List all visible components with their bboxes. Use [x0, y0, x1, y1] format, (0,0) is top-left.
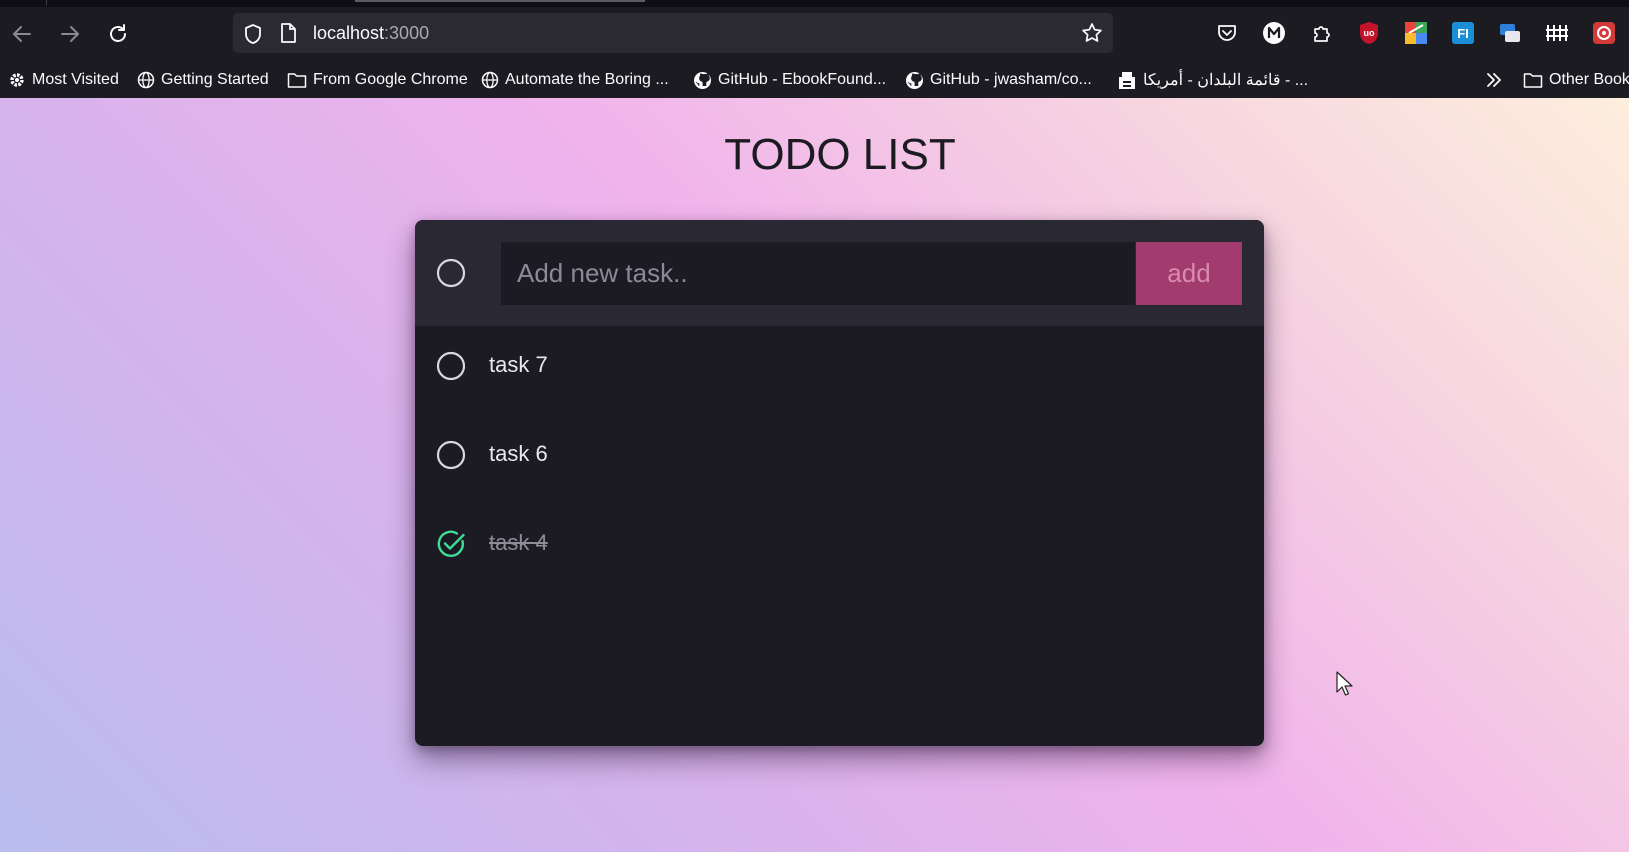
bookmark-automate-boring[interactable]: Automate the Boring ...	[481, 68, 669, 92]
task-label[interactable]: task 7	[489, 352, 548, 378]
bookmark-label: Most Visited	[32, 71, 119, 88]
task-toggle-button[interactable]	[436, 529, 466, 559]
page-content: TODO LIST add task 7 task 6 task 4	[0, 98, 1629, 852]
url-host: localhost	[313, 23, 385, 43]
active-tab-indicator[interactable]	[355, 0, 645, 2]
star-icon[interactable]	[1081, 22, 1103, 44]
bookmark-label: Getting Started	[161, 71, 269, 88]
circle-icon	[436, 440, 466, 470]
bookmark-arabic-countries[interactable]: قائمة البلدان - أمريكا - ...	[1117, 68, 1308, 92]
avatar-m-icon	[1263, 22, 1285, 44]
task-label[interactable]: task 4	[489, 530, 548, 556]
chevron-double-right-icon	[1487, 73, 1501, 87]
bookmark-label: From Google Chrome	[313, 71, 468, 88]
svg-text:FI: FI	[1457, 26, 1469, 41]
add-task-button[interactable]: add	[1136, 242, 1242, 305]
pocket-button[interactable]	[1214, 20, 1240, 46]
github-icon	[694, 71, 711, 89]
reload-icon	[110, 24, 126, 42]
new-task-input[interactable]	[501, 242, 1135, 305]
mouse-cursor-icon	[1336, 671, 1353, 696]
check-circle-icon	[437, 530, 465, 557]
globe-icon	[137, 71, 155, 89]
task-toggle-button[interactable]	[436, 351, 466, 381]
color-grid-icon	[1405, 22, 1427, 44]
address-bar[interactable]: localhost:3000	[233, 13, 1113, 53]
extensions-button[interactable]	[1309, 20, 1335, 46]
bookmark-label: Automate the Boring ...	[505, 71, 669, 88]
task-item-done: task 4	[415, 504, 1264, 584]
ublock-icon: uo	[1360, 22, 1378, 44]
circle-icon	[436, 351, 466, 381]
shield-icon[interactable]	[243, 23, 263, 45]
translate-extension-button[interactable]	[1497, 20, 1523, 46]
circle-icon	[436, 258, 466, 288]
bookmarks-overflow-button[interactable]	[1484, 68, 1504, 92]
bookmarks-toolbar: Most Visited Getting Started From Google…	[0, 64, 1629, 96]
page-title: TODO LIST	[724, 130, 956, 179]
tab-separator	[46, 0, 47, 6]
bookmark-other-bookmarks[interactable]: Other Book	[1523, 68, 1629, 92]
url-port: :3000	[384, 23, 430, 43]
page-icon[interactable]	[279, 23, 297, 43]
task-toggle-button[interactable]	[436, 440, 466, 470]
bookmark-from-google-chrome[interactable]: From Google Chrome	[287, 68, 468, 92]
todo-input-row: add	[415, 220, 1264, 326]
folder-icon	[1523, 73, 1543, 88]
bookmark-most-visited[interactable]: Most Visited	[8, 68, 119, 92]
arrow-right-icon	[61, 26, 79, 42]
toggle-all-button[interactable]	[436, 258, 466, 288]
svg-text:uo: uo	[1364, 28, 1375, 38]
bookmark-getting-started[interactable]: Getting Started	[137, 68, 269, 92]
bars-icon	[1546, 25, 1568, 41]
bookmark-label: GitHub - EbookFound...	[718, 71, 887, 88]
bookmark-favicon	[1119, 72, 1135, 89]
bookmark-github-jwasham[interactable]: GitHub - jwasham/co...	[905, 68, 1092, 92]
reload-button[interactable]	[102, 18, 134, 50]
back-button[interactable]	[6, 18, 38, 50]
github-icon	[906, 71, 923, 89]
todo-card: add task 7 task 6 task 4	[415, 220, 1264, 746]
url-text[interactable]: localhost:3000	[313, 23, 429, 43]
task-label[interactable]: task 6	[489, 441, 548, 467]
red-badge-icon	[1593, 22, 1615, 44]
tab-strip	[0, 0, 1629, 7]
folder-icon	[287, 73, 307, 88]
fi-extension-button[interactable]: FI	[1450, 20, 1476, 46]
pocket-icon	[1218, 25, 1236, 41]
bars-extension-button[interactable]	[1544, 20, 1570, 46]
globe-icon	[481, 71, 499, 89]
red-extension-button[interactable]	[1591, 20, 1617, 46]
ublock-button[interactable]: uo	[1356, 20, 1382, 46]
task-item: task 7	[415, 326, 1264, 406]
bookmark-label: GitHub - jwasham/co...	[930, 71, 1092, 88]
task-item: task 6	[415, 415, 1264, 495]
puzzle-icon	[1314, 26, 1330, 42]
arrow-left-icon	[13, 26, 31, 42]
bookmark-label: Other Book	[1549, 71, 1629, 88]
gear-icon	[10, 73, 24, 87]
bookmark-github-ebookfound[interactable]: GitHub - EbookFound...	[693, 68, 886, 92]
fi-icon: FI	[1452, 22, 1474, 44]
translate-icon	[1500, 24, 1520, 42]
account-button[interactable]	[1261, 20, 1287, 46]
forward-button[interactable]	[54, 18, 86, 50]
bookmark-label: قائمة البلدان - أمريكا - ...	[1143, 72, 1309, 89]
colorful-extension-button[interactable]	[1403, 20, 1429, 46]
browser-chrome: localhost:3000 uo FI Most Visited Gettin…	[0, 0, 1629, 98]
